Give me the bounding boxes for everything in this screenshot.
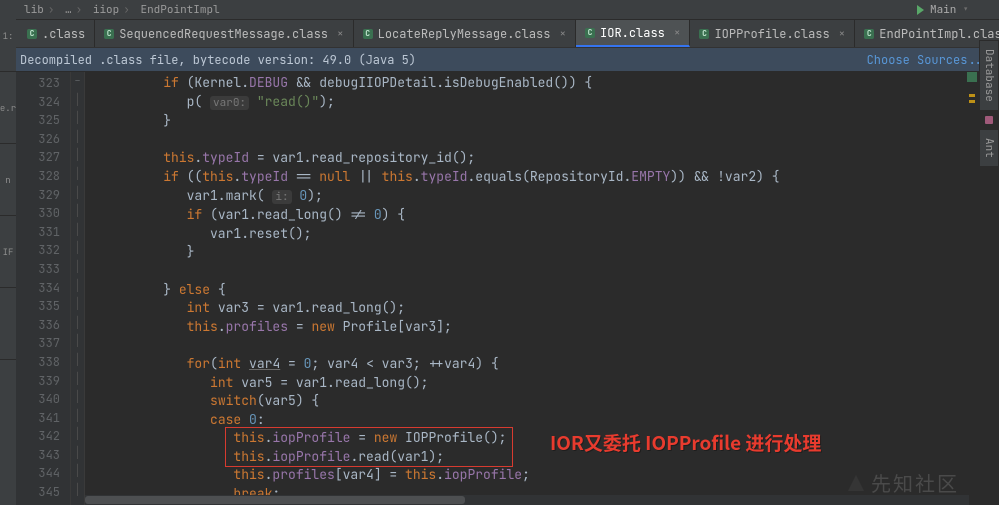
close-icon[interactable]: ×: [839, 27, 846, 41]
close-icon[interactable]: ×: [674, 26, 681, 40]
close-icon[interactable]: ×: [559, 27, 566, 41]
tab-label: .class: [42, 26, 85, 42]
tab-endpointimpl-class[interactable]: CEndPointImpl.class×: [855, 20, 999, 47]
class-icon: C: [699, 29, 709, 39]
run-config-name[interactable]: Main: [930, 3, 956, 17]
stripe-mark[interactable]: [969, 94, 975, 97]
tab-locatereplymessage-class[interactable]: C LocateReplyMessage.class ×: [354, 20, 576, 47]
fold-gutter[interactable]: –││││││││││││││││││││││: [71, 72, 85, 505]
left-toolwindow-stubs[interactable]: 1:e.rnIF: [0, 0, 16, 505]
editor-tabs[interactable]: C.classCSequencedRequestMessage.class×CL…: [0, 20, 999, 48]
choose-sources-link[interactable]: Choose Sources...: [867, 52, 989, 68]
decompile-banner: Decompiled .class file, bytecode version…: [0, 48, 999, 72]
close-icon[interactable]: ×: [337, 27, 344, 41]
class-icon: C: [363, 29, 373, 39]
editor: 323 324 325 326 327 328 329 330 331 332 …: [0, 72, 999, 505]
class-icon: C: [27, 29, 37, 39]
tool-database[interactable]: Database: [979, 40, 999, 111]
right-toolwindow-tabs[interactable]: Database Ant: [979, 40, 999, 167]
tab-label: IOPProfile.class: [714, 26, 829, 42]
tab-label: LocateReplyMessage.class: [378, 26, 551, 42]
code-area[interactable]: if (Kernel.DEBUG && debugIIOPDetail.isDe…: [85, 72, 999, 505]
breadcrumb[interactable]: lib› …› iiop› EndPointImpl: [0, 0, 999, 20]
tab-label: SequencedRequestMessage.class: [119, 26, 328, 42]
code-lines[interactable]: if (Kernel.DEBUG && debugIIOPDetail.isDe…: [93, 74, 999, 504]
ant-icon[interactable]: [984, 115, 994, 125]
horizontal-scrollbar[interactable]: [85, 495, 969, 505]
tab-ior-class[interactable]: C IOR.class ×: [576, 20, 690, 47]
stripe-mark[interactable]: [969, 100, 975, 103]
tool-ant[interactable]: Ant: [979, 129, 999, 167]
banner-text: Decompiled .class file, bytecode version…: [20, 52, 416, 68]
tab-sequencedrequestmessage-class[interactable]: C SequencedRequestMessage.class ×: [95, 20, 353, 47]
line-gutter[interactable]: 323 324 325 326 327 328 329 330 331 332 …: [16, 72, 71, 505]
error-stripe[interactable]: [967, 72, 977, 482]
tab-label: IOR.class: [600, 25, 665, 41]
scrollbar-thumb[interactable]: [85, 496, 465, 504]
tab--class[interactable]: C .class: [18, 20, 95, 47]
class-icon: C: [864, 29, 874, 39]
run-config-area[interactable]: Main ▾: [917, 0, 969, 20]
class-icon: C: [104, 29, 114, 39]
run-icon[interactable]: [917, 5, 924, 15]
analysis-ok-icon: [967, 72, 977, 82]
tab-iopprofile-class[interactable]: C IOPProfile.class ×: [690, 20, 855, 47]
class-icon: C: [585, 28, 595, 38]
